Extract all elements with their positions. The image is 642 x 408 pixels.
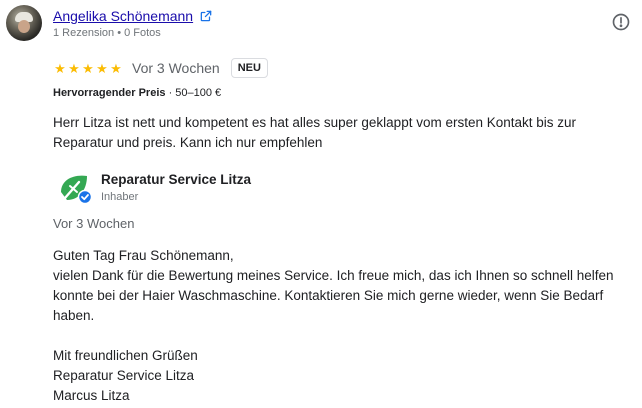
star-icon: ★	[110, 60, 122, 76]
owner-response-signature: Mit freundlichen Grüßen Reparatur Servic…	[53, 348, 198, 403]
reviewer-meta: 1 Rezension • 0 Fotos	[53, 27, 161, 39]
price-value: · 50–100 €	[168, 87, 222, 99]
owner-response-time: Vor 3 Wochen	[53, 216, 135, 231]
rating-row: ★ ★ ★ ★ ★ Vor 3 Wochen NEU	[53, 57, 268, 79]
external-link-icon[interactable]	[199, 9, 213, 23]
reviewer-name-row: Angelika Schönemann	[53, 8, 213, 24]
leaf-logo-icon	[57, 170, 93, 206]
owner-name: Reparatur Service Litza	[101, 172, 252, 187]
review-time: Vor 3 Wochen	[132, 60, 220, 76]
star-icon: ★	[54, 60, 66, 76]
alert-circle-icon[interactable]	[611, 12, 631, 32]
reviewer-avatar[interactable]	[6, 5, 42, 41]
owner-response-paragraph: Guten Tag Frau Schönemann, vielen Dank f…	[53, 248, 614, 323]
new-badge: NEU	[230, 58, 268, 78]
star-rating: ★ ★ ★ ★ ★	[53, 62, 123, 75]
star-icon: ★	[96, 60, 108, 76]
avatar-face-shape	[18, 20, 30, 33]
star-icon: ★	[82, 60, 94, 76]
review-text: Herr Litza ist nett und kompetent es hat…	[53, 115, 577, 150]
price-label: Hervorragender Preis	[53, 87, 166, 99]
owner-response-text: Guten Tag Frau Schönemann, vielen Dank f…	[53, 246, 641, 406]
verified-badge-icon	[77, 189, 93, 205]
star-icon: ★	[68, 60, 80, 76]
owner-role: Inhaber	[101, 191, 139, 203]
price-info: Hervorragender Preis · 50–100 €	[53, 87, 221, 99]
reviewer-name-link[interactable]: Angelika Schönemann	[53, 8, 193, 24]
